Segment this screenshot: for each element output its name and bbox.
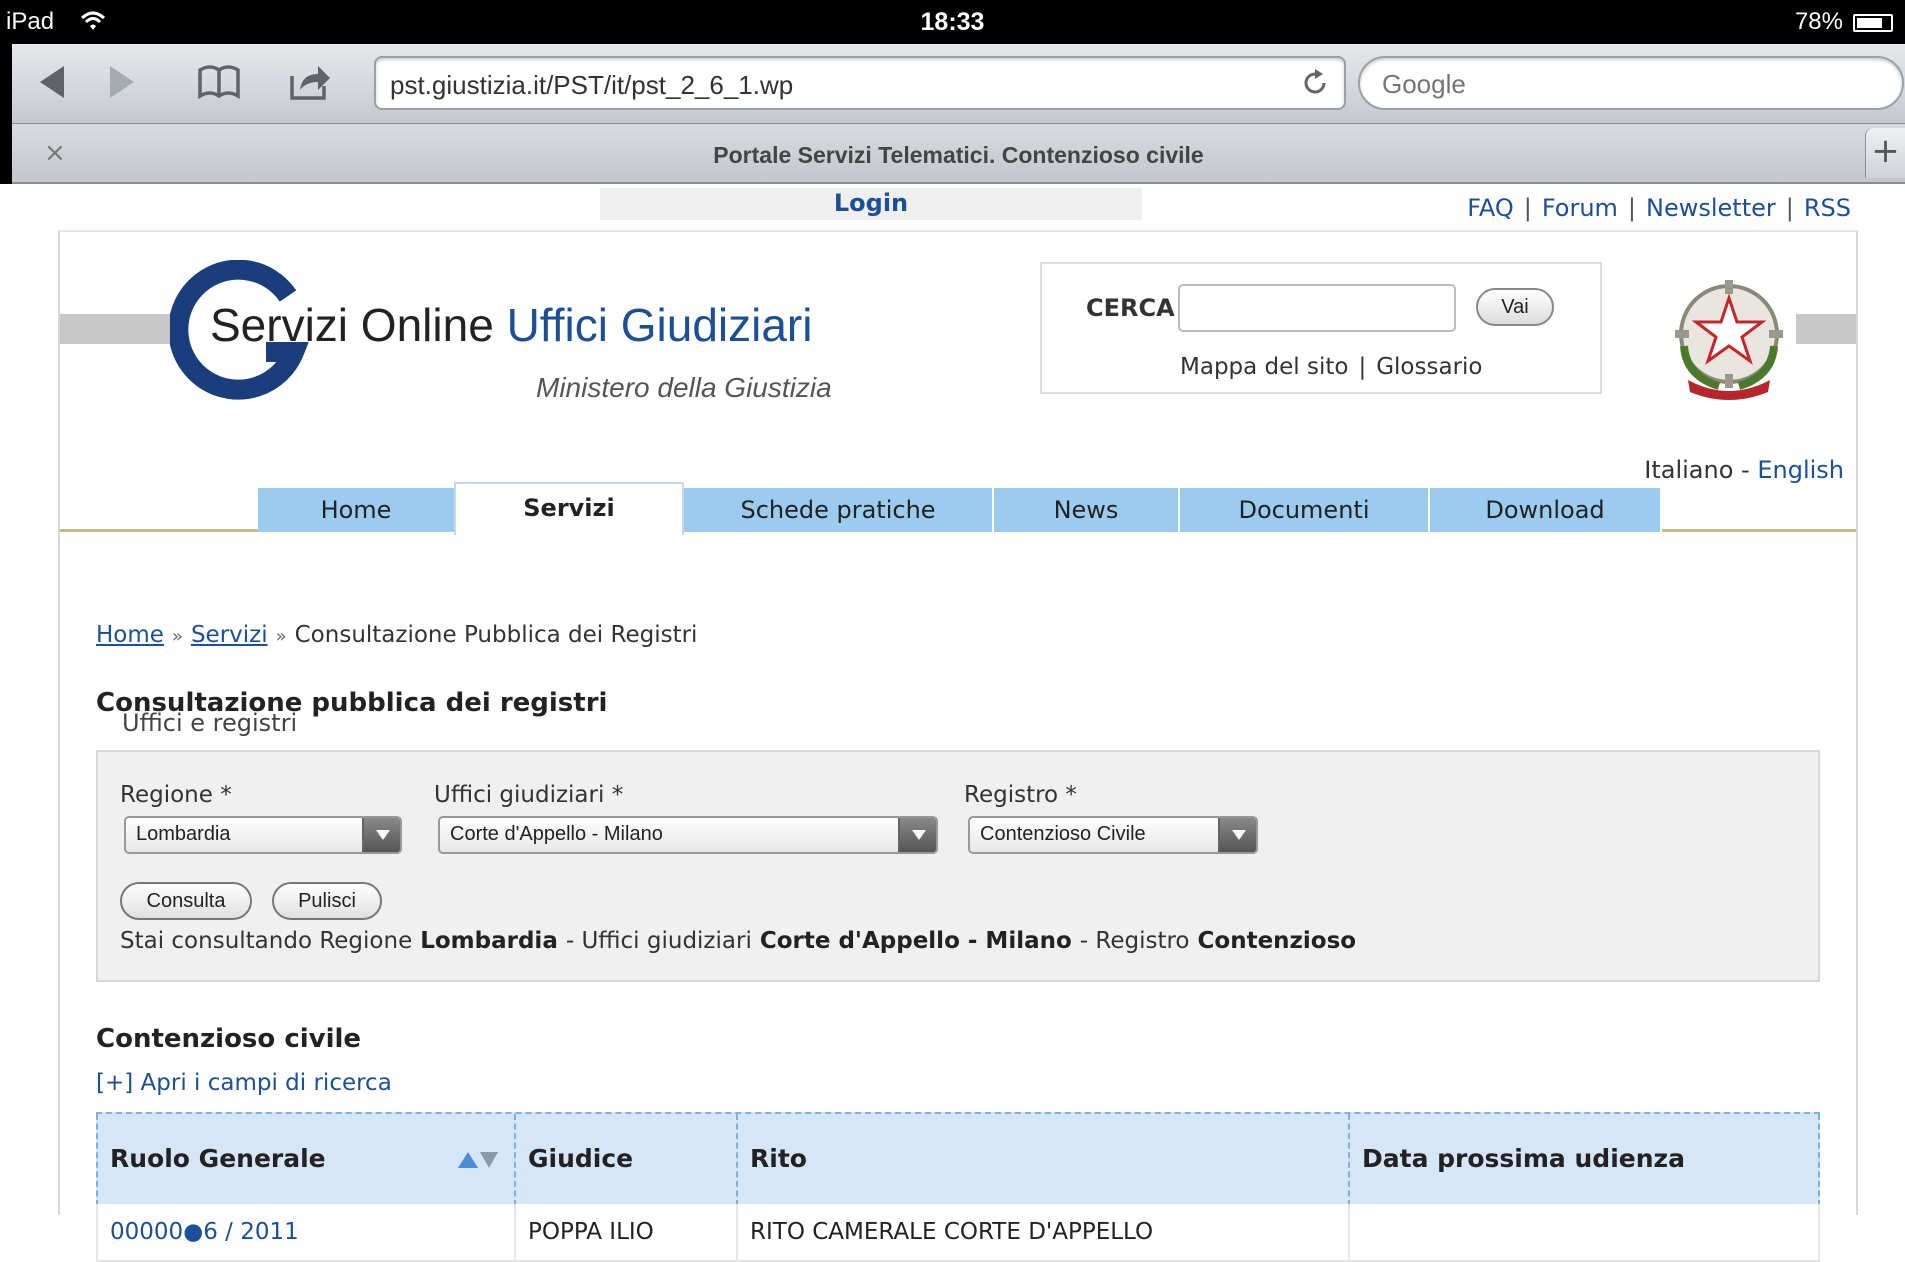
column-header-ruolo[interactable]: Ruolo Generale: [96, 1114, 516, 1206]
tab-title[interactable]: Portale Servizi Telematici. Contenzioso …: [12, 142, 1905, 169]
site-utility-links: Mappa del sito | Glossario: [1180, 354, 1482, 380]
tab-servizi[interactable]: Servizi: [454, 482, 684, 535]
breadcrumb-servizi[interactable]: Servizi: [191, 622, 268, 648]
tab-download[interactable]: Download: [1430, 488, 1662, 532]
bookmarks-icon[interactable]: [196, 62, 242, 102]
summary-text-1: Stai consultando Regione: [120, 928, 413, 954]
consulta-button[interactable]: Consulta: [120, 882, 252, 920]
url-text[interactable]: pst.giustizia.it/PST/it/pst_2_6_1.wp: [390, 70, 793, 101]
cell-data-udienza: [1350, 1204, 1820, 1262]
breadcrumb-separator: »: [171, 626, 183, 647]
republic-emblem-icon: [1675, 280, 1783, 400]
regione-value: Lombardia: [136, 823, 231, 845]
rss-link[interactable]: RSS: [1804, 194, 1851, 222]
registro-select[interactable]: Contenzioso Civile: [968, 816, 1258, 854]
web-page: Login FAQ | Forum | Newsletter | RSS Servizi O…: [0, 184, 1905, 1262]
header-band-left: [60, 314, 180, 344]
status-bar: iPad 18:33 78%: [0, 0, 1905, 44]
table-header: Ruolo Generale Giudice Rito Data prossim…: [96, 1112, 1820, 1206]
window-edge: [0, 44, 12, 184]
forum-link[interactable]: Forum: [1542, 194, 1618, 222]
cell-giudice: POPPA ILIO: [516, 1204, 738, 1262]
site-search-box: CERCA Vai Mappa del sito | Glossario: [1040, 262, 1602, 394]
glossary-link[interactable]: Glossario: [1376, 354, 1482, 380]
regione-label: Regione *: [120, 782, 232, 808]
query-summary: Stai consultando Regione Lombardia - Uffic…: [120, 928, 1364, 954]
battery-level: [1857, 18, 1882, 28]
breadcrumb-home[interactable]: Home: [96, 622, 164, 648]
pulisci-button[interactable]: Pulisci: [272, 882, 382, 920]
sitemap-link[interactable]: Mappa del sito: [1180, 354, 1348, 380]
tab-schede-pratiche[interactable]: Schede pratiche: [684, 488, 994, 532]
fieldset-legend: Uffici e registri: [110, 711, 310, 738]
top-links: FAQ | Forum | Newsletter | RSS: [1467, 194, 1851, 222]
cell-rito: RITO CAMERALE CORTE D'APPELLO: [738, 1204, 1350, 1262]
table-row: 00000●6 / 2011 POPPA ILIO RITO CAMERALE …: [96, 1204, 1820, 1262]
regione-select[interactable]: Lombardia: [124, 816, 402, 854]
registro-label: Registro *: [964, 782, 1077, 808]
web-search-input[interactable]: [1382, 68, 1882, 100]
newsletter-link[interactable]: Newsletter: [1646, 194, 1776, 222]
column-header-rito[interactable]: Rito: [738, 1114, 1350, 1206]
search-go-button[interactable]: Vai: [1476, 288, 1554, 326]
chevron-down-icon: [898, 818, 936, 852]
link-separator: |: [1523, 194, 1532, 222]
status-time: 18:33: [920, 8, 985, 36]
new-tab-button[interactable]: +: [1865, 128, 1905, 178]
header-band-right: [1796, 314, 1856, 344]
column-header-label: Ruolo Generale: [110, 1144, 326, 1173]
breadcrumb-separator: »: [275, 626, 287, 647]
back-arrow-icon[interactable]: [34, 62, 70, 102]
tab-documenti[interactable]: Documenti: [1180, 488, 1430, 532]
link-separator: |: [1627, 194, 1636, 222]
link-separator: |: [1785, 194, 1794, 222]
search-label: CERCA: [1086, 294, 1175, 322]
uffici-select[interactable]: Corte d'Appello - Milano: [438, 816, 938, 854]
faq-link[interactable]: FAQ: [1467, 194, 1514, 222]
address-bar[interactable]: pst.giustizia.it/PST/it/pst_2_6_1.wp: [374, 56, 1346, 110]
uffici-label: Uffici giudiziari *: [434, 782, 624, 808]
battery-icon: [1853, 14, 1893, 32]
registro-value: Contenzioso Civile: [980, 823, 1146, 845]
battery-percent: 78%: [1794, 8, 1843, 35]
site-search-input[interactable]: [1178, 284, 1456, 332]
tab-bar: × Portale Servizi Telematici. Contenzios…: [12, 124, 1905, 184]
login-link[interactable]: Login: [600, 188, 1142, 220]
site-logo-text[interactable]: Servizi Online Uffici Giudiziari: [210, 298, 812, 352]
column-header-data[interactable]: Data prossima udienza: [1350, 1114, 1820, 1206]
link-separator: |: [1358, 354, 1367, 380]
cell-ruolo-generale[interactable]: 00000●6 / 2011: [96, 1204, 516, 1262]
open-search-fields-link[interactable]: [+] Apri i campi di ricerca: [96, 1070, 392, 1096]
logo-text-blue: Uffici Giudiziari: [506, 299, 813, 351]
share-icon[interactable]: [288, 62, 332, 102]
filter-panel: Regione * Lombardia Uffici giudiziari * …: [96, 750, 1820, 982]
ministry-subtitle: Ministero della Giustizia: [536, 372, 832, 403]
sort-arrows-icon[interactable]: [458, 1150, 498, 1170]
chevron-down-icon: [1218, 818, 1256, 852]
reload-icon[interactable]: [1300, 68, 1330, 98]
column-header-giudice[interactable]: Giudice: [516, 1114, 738, 1206]
browser-toolbar: pst.giustizia.it/PST/it/pst_2_6_1.wp: [12, 44, 1905, 124]
main-nav: Home Servizi Schede pratiche News Docume…: [60, 478, 1856, 535]
summary-value-uffici: Corte d'Appello - Milano: [759, 928, 1072, 954]
forward-arrow-icon[interactable]: [104, 62, 140, 102]
summary-text-3: - Registro: [1079, 928, 1190, 954]
summary-text-2: - Uffici giudiziari: [565, 928, 752, 954]
section-title: Contenzioso civile: [96, 1024, 362, 1054]
uffici-value: Corte d'Appello - Milano: [450, 823, 663, 845]
breadcrumb-current: Consultazione Pubblica dei Registri: [294, 622, 698, 648]
summary-value-regione: Lombardia: [420, 928, 558, 954]
tab-news[interactable]: News: [994, 488, 1180, 532]
chevron-down-icon: [362, 818, 400, 852]
summary-value-registro: Contenzioso: [1197, 928, 1357, 954]
site-frame: Servizi Online Uffici Giudiziari Ministe…: [58, 230, 1858, 1262]
tab-home[interactable]: Home: [258, 488, 456, 532]
web-search-bar[interactable]: [1358, 56, 1904, 110]
breadcrumb: Home » Servizi » Consultazione Pubblica dei …: [96, 622, 697, 648]
logo-text-black: Servizi Online: [210, 299, 507, 351]
results-table: Ruolo Generale Giudice Rito Data prossim…: [96, 1112, 1820, 1262]
